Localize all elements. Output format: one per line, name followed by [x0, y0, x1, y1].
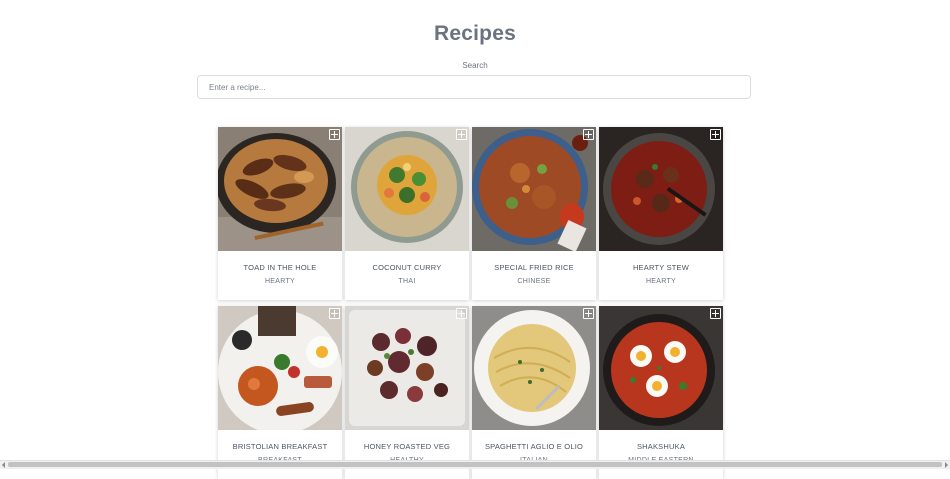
- recipe-card[interactable]: HONEY ROASTED VEG HEALTHY: [345, 306, 469, 479]
- recipe-card[interactable]: SHAKSHUKA MIDDLE EASTERN: [599, 306, 723, 479]
- add-icon[interactable]: [710, 129, 721, 140]
- recipe-name: SHAKSHUKA: [636, 442, 686, 451]
- recipe-image: [218, 306, 342, 430]
- add-icon[interactable]: [329, 129, 340, 140]
- recipe-card[interactable]: SPECIAL FRIED RICE CHINESE: [472, 127, 596, 300]
- recipe-name: COCONUT CURRY: [372, 263, 442, 272]
- add-icon[interactable]: [456, 308, 467, 319]
- recipe-grid: TOAD IN THE HOLE HEARTY COCONUT CURRY TH…: [218, 127, 723, 479]
- recipe-image: [472, 306, 596, 430]
- add-icon[interactable]: [329, 308, 340, 319]
- recipe-card[interactable]: COCONUT CURRY THAI: [345, 127, 469, 300]
- recipe-name: SPAGHETTI AGLIO E OLIO: [484, 442, 584, 451]
- search-input[interactable]: [197, 75, 751, 99]
- recipe-name: HEARTY STEW: [632, 263, 690, 272]
- recipe-image: [345, 306, 469, 430]
- recipe-image: [218, 127, 342, 251]
- page-title: Recipes: [434, 22, 516, 45]
- recipe-category: HEARTY: [645, 278, 677, 285]
- search-label: Search: [462, 61, 488, 70]
- recipe-category: HEARTY: [264, 278, 296, 285]
- recipe-image: [345, 127, 469, 251]
- recipe-card[interactable]: SPAGHETTI AGLIO E OLIO ITALIAN: [472, 306, 596, 479]
- add-icon[interactable]: [456, 129, 467, 140]
- recipe-card[interactable]: TOAD IN THE HOLE HEARTY: [218, 127, 342, 300]
- recipe-image: [472, 127, 596, 251]
- scrollbar-thumb[interactable]: [8, 462, 942, 467]
- recipe-name: SPECIAL FRIED RICE: [494, 263, 574, 272]
- recipe-name: BRISTOLIAN BREAKFAST: [232, 442, 328, 451]
- add-icon[interactable]: [583, 129, 594, 140]
- add-icon[interactable]: [583, 308, 594, 319]
- recipe-name: HONEY ROASTED VEG: [363, 442, 451, 451]
- recipe-category: CHINESE: [517, 278, 551, 285]
- recipe-image: [599, 127, 723, 251]
- scroll-left-arrow-icon[interactable]: [2, 462, 5, 468]
- add-icon[interactable]: [710, 308, 721, 319]
- recipe-image: [599, 306, 723, 430]
- recipe-category: THAI: [398, 278, 416, 285]
- recipe-card[interactable]: HEARTY STEW HEARTY: [599, 127, 723, 300]
- scroll-right-arrow-icon[interactable]: [945, 462, 948, 468]
- recipe-name: TOAD IN THE HOLE: [243, 263, 317, 272]
- recipe-card[interactable]: BRISTOLIAN BREAKFAST BREAKFAST: [218, 306, 342, 479]
